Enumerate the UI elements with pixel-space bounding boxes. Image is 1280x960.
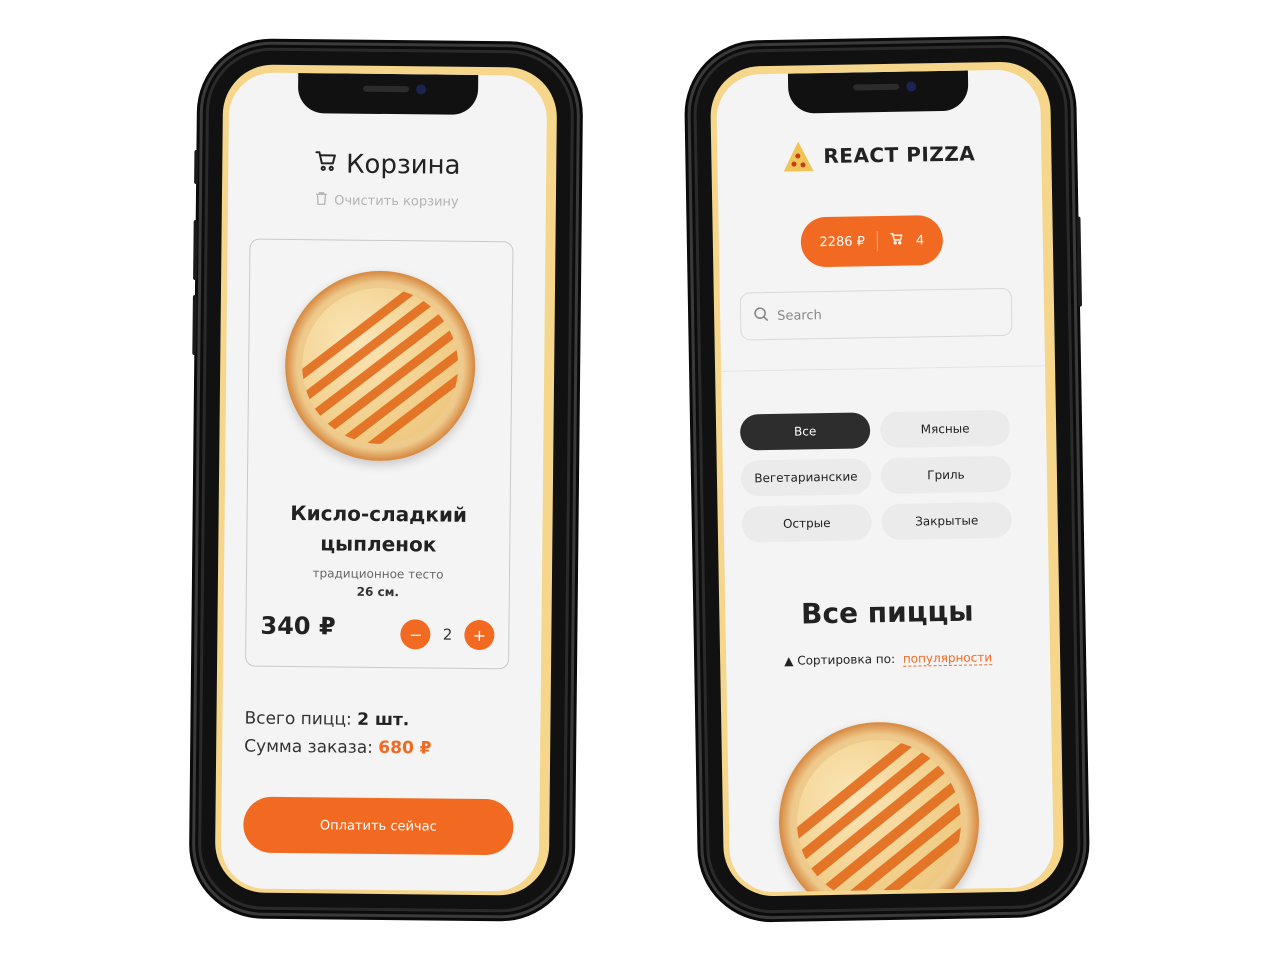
section-title: Все пиццы [800, 594, 974, 631]
clear-cart-label: Очистить корзину [334, 192, 459, 210]
clear-cart-button[interactable]: Очистить корзину [315, 191, 459, 211]
total-count-label: Всего пицц: [244, 708, 352, 730]
search-placeholder: Search [777, 307, 822, 324]
cart-icon [890, 232, 904, 250]
phone-side-button [194, 149, 199, 185]
cart-header: Корзина Очистить корзину [228, 148, 547, 211]
total-sum-label: Сумма заказа: [244, 736, 374, 758]
pizza-size: 26 см. [356, 584, 400, 600]
increase-button[interactable]: + [464, 619, 495, 651]
header-cart-button[interactable]: 2286 ₽ 4 [800, 214, 944, 268]
category-spicy[interactable]: Острые [741, 504, 873, 543]
cart-item-card: Кисло-сладкий цыпленок традиционное тест… [245, 238, 514, 670]
quantity-stepper: − 2 + [400, 619, 495, 651]
cart-title: Корзина [314, 149, 461, 181]
divider [876, 231, 879, 252]
cart-screen: Корзина Очистить корзину Кисло-сладкий ц… [220, 72, 548, 892]
sort-label: Сортировка по: [797, 651, 896, 668]
cart-item-count: 4 [915, 232, 925, 248]
sort-control: ▲ Сортировка по: популярности [726, 649, 1050, 669]
brand-name[interactable]: REACT PIZZA [823, 141, 975, 168]
category-list: Все Мясные Вегетарианские Гриль Острые З… [739, 409, 1013, 543]
sort-arrow-icon: ▲ [784, 653, 794, 668]
total-sum-value: 680 ₽ [378, 737, 432, 759]
notch [787, 70, 969, 114]
decrease-button[interactable]: − [400, 619, 431, 650]
notch [297, 73, 479, 115]
trash-icon [315, 191, 328, 209]
mockup-scene: Корзина Очистить корзину Кисло-сладкий ц… [0, 0, 1280, 960]
total-sum: Сумма заказа: 680 ₽ [244, 733, 432, 763]
cart-icon [314, 149, 338, 179]
pizza-name: Кисло-сладкий цыпленок [247, 498, 510, 561]
pizza-image[interactable] [777, 720, 981, 893]
pizza-name-line: цыпленок [320, 531, 437, 557]
phone-side-button [193, 219, 198, 281]
header-divider [721, 365, 1046, 372]
category-grill[interactable]: Гриль [880, 455, 1012, 495]
category-closed[interactable]: Закрытые [881, 501, 1013, 541]
phone-catalog: REACT PIZZA 2286 ₽ 4 Search Все Мясные В… [695, 46, 1083, 912]
cart-total-price: 2286 ₽ [819, 233, 866, 250]
pizza-logo-icon[interactable] [783, 141, 814, 172]
pay-now-button[interactable]: Оплатить сейчас [243, 796, 514, 856]
quantity-value: 2 [442, 625, 453, 644]
total-count-value: 2 шт. [357, 709, 410, 731]
phone-side-button [192, 294, 197, 356]
category-meat[interactable]: Мясные [879, 409, 1011, 449]
cart-totals: Всего пицц: 2 шт. Сумма заказа: 680 ₽ [244, 705, 432, 763]
catalog-screen: REACT PIZZA 2286 ₽ 4 Search Все Мясные В… [715, 69, 1055, 893]
category-all[interactable]: Все [739, 412, 871, 451]
pizza-name-line: Кисло-сладкий [290, 501, 468, 527]
search-input[interactable]: Search [739, 287, 1013, 341]
search-icon [753, 306, 769, 326]
cart-title-text: Корзина [345, 149, 461, 181]
phone-side-button [1076, 216, 1083, 307]
sort-value-dropdown[interactable]: популярности [902, 650, 993, 667]
pizza-image [284, 269, 477, 462]
phone-cart: Корзина Очистить корзину Кисло-сладкий ц… [192, 50, 572, 910]
site-header: REACT PIZZA [717, 137, 1041, 173]
pizza-price: 340 ₽ [260, 611, 336, 641]
total-count: Всего пицц: 2 шт. [244, 705, 432, 735]
category-vegetarian[interactable]: Вегетарианские [740, 458, 872, 497]
pizza-dough: традиционное тесто [312, 566, 444, 582]
